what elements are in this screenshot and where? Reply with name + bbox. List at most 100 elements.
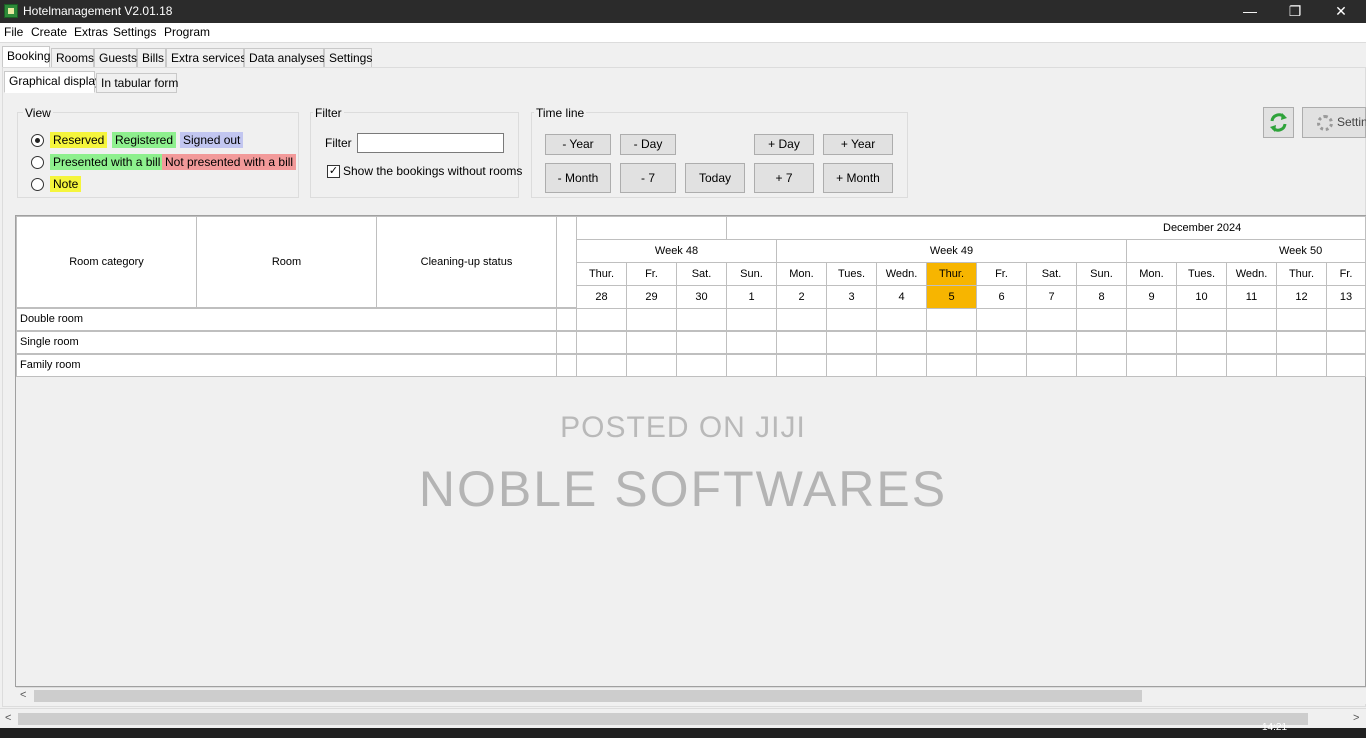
booking-cell[interactable] (576, 331, 627, 354)
booking-cell[interactable] (1226, 308, 1277, 331)
booking-cell[interactable] (1326, 308, 1366, 331)
cleaning-status-header[interactable]: Cleaning-up status (376, 216, 557, 308)
booking-cell[interactable] (1176, 354, 1227, 377)
booking-cell[interactable] (1126, 331, 1177, 354)
booking-cell[interactable] (926, 354, 977, 377)
day-number-header[interactable]: 13 (1326, 285, 1366, 309)
day-number-header[interactable]: 1 (726, 285, 777, 309)
booking-cell[interactable] (1326, 354, 1366, 377)
scroll-left-arrow-icon[interactable]: < (20, 689, 26, 701)
window-scroll-right-arrow-icon[interactable]: > (1353, 712, 1359, 724)
booking-cell[interactable] (576, 308, 627, 331)
booking-cell[interactable] (976, 331, 1027, 354)
tab-graphical-display[interactable]: Graphical display (4, 71, 101, 93)
day-of-week-header[interactable]: Wedn. (876, 262, 927, 286)
booking-cell[interactable] (926, 308, 977, 331)
booking-cell[interactable] (1076, 308, 1127, 331)
menu-program[interactable]: Program (164, 25, 210, 39)
booking-cell[interactable] (1176, 331, 1227, 354)
tab-tabular-form[interactable]: In tabular form (96, 73, 178, 93)
close-button[interactable]: ✕ (1318, 0, 1364, 23)
booking-cell[interactable] (726, 308, 777, 331)
booking-cell[interactable] (1326, 331, 1366, 354)
row-double-room[interactable]: Double room (16, 308, 557, 331)
minus-month-button[interactable]: - Month (545, 163, 611, 193)
plus-7-button[interactable]: + 7 (754, 163, 814, 193)
day-of-week-header[interactable]: Mon. (776, 262, 827, 286)
plus-day-button[interactable]: + Day (754, 134, 814, 155)
settings-button[interactable]: Settin (1302, 107, 1366, 138)
day-of-week-header[interactable]: Fr. (626, 262, 677, 286)
booking-cell[interactable] (1026, 308, 1077, 331)
booking-cell[interactable] (576, 354, 627, 377)
row-family-room[interactable]: Family room (16, 354, 557, 377)
day-number-header[interactable]: 29 (626, 285, 677, 309)
maximize-button[interactable]: ❐ (1272, 0, 1318, 23)
booking-cell[interactable] (1026, 331, 1077, 354)
booking-cell[interactable] (1276, 354, 1327, 377)
day-number-header[interactable]: 7 (1026, 285, 1077, 309)
tab-guests[interactable]: Guests (94, 48, 137, 68)
booking-cell[interactable] (1176, 308, 1227, 331)
tab-booking[interactable]: Booking (2, 46, 50, 68)
booking-cell[interactable] (876, 354, 927, 377)
day-number-header[interactable]: 28 (576, 285, 627, 309)
day-number-header[interactable]: 2 (776, 285, 827, 309)
day-of-week-header[interactable]: Tues. (1176, 262, 1227, 286)
booking-cell[interactable] (676, 354, 727, 377)
booking-cell[interactable] (926, 331, 977, 354)
booking-cell[interactable] (826, 308, 877, 331)
booking-cell[interactable] (776, 308, 827, 331)
booking-cell[interactable] (626, 354, 677, 377)
minus-7-button[interactable]: - 7 (620, 163, 676, 193)
plus-month-button[interactable]: + Month (823, 163, 893, 193)
booking-cell[interactable] (676, 331, 727, 354)
booking-cell[interactable] (1226, 354, 1277, 377)
booking-cell[interactable] (776, 354, 827, 377)
booking-cell[interactable] (826, 331, 877, 354)
view-option-bill-radio[interactable] (31, 156, 44, 169)
booking-cell[interactable] (626, 331, 677, 354)
day-of-week-header[interactable]: Tues. (826, 262, 877, 286)
booking-cell[interactable] (776, 331, 827, 354)
day-of-week-header[interactable]: Thur. (576, 262, 627, 286)
filter-input[interactable] (357, 133, 504, 153)
booking-cell[interactable] (876, 331, 927, 354)
day-of-week-header[interactable]: Fr. (1326, 262, 1366, 286)
tab-extra-services[interactable]: Extra services (166, 48, 246, 68)
day-number-header[interactable]: 5 (926, 285, 977, 309)
menu-create[interactable]: Create (31, 25, 67, 39)
booking-cell[interactable] (1126, 354, 1177, 377)
day-number-header[interactable]: 6 (976, 285, 1027, 309)
day-of-week-header[interactable]: Wedn. (1226, 262, 1277, 286)
day-number-header[interactable]: 30 (676, 285, 727, 309)
day-of-week-header[interactable]: Sun. (726, 262, 777, 286)
today-button[interactable]: Today (685, 163, 745, 193)
refresh-button[interactable] (1263, 107, 1294, 138)
menu-extras[interactable]: Extras (74, 25, 108, 39)
booking-cell[interactable] (1126, 308, 1177, 331)
booking-cell[interactable] (626, 308, 677, 331)
day-of-week-header[interactable]: Thur. (1276, 262, 1327, 286)
day-of-week-header[interactable]: Sat. (1026, 262, 1077, 286)
plus-year-button[interactable]: + Year (823, 134, 893, 155)
day-of-week-header[interactable]: Fr. (976, 262, 1027, 286)
tab-data-analyses[interactable]: Data analyses (244, 48, 325, 68)
window-horizontal-scrollbar[interactable]: < > (0, 708, 1366, 728)
booking-cell[interactable] (1226, 331, 1277, 354)
grid-scroll-thumb[interactable] (34, 690, 1142, 702)
row-single-room[interactable]: Single room (16, 331, 557, 354)
booking-cell[interactable] (1276, 308, 1327, 331)
day-number-header[interactable]: 9 (1126, 285, 1177, 309)
grid-horizontal-scrollbar[interactable]: < (16, 687, 1366, 704)
show-bookings-without-rooms-checkbox[interactable]: ✓ (327, 165, 340, 178)
day-number-header[interactable]: 8 (1076, 285, 1127, 309)
booking-cell[interactable] (976, 354, 1027, 377)
tab-rooms[interactable]: Rooms (51, 48, 94, 68)
booking-cell[interactable] (1026, 354, 1077, 377)
booking-cell[interactable] (676, 308, 727, 331)
window-scroll-thumb[interactable] (18, 713, 1308, 725)
day-of-week-header[interactable]: Sat. (676, 262, 727, 286)
booking-cell[interactable] (876, 308, 927, 331)
day-of-week-header[interactable]: Sun. (1076, 262, 1127, 286)
